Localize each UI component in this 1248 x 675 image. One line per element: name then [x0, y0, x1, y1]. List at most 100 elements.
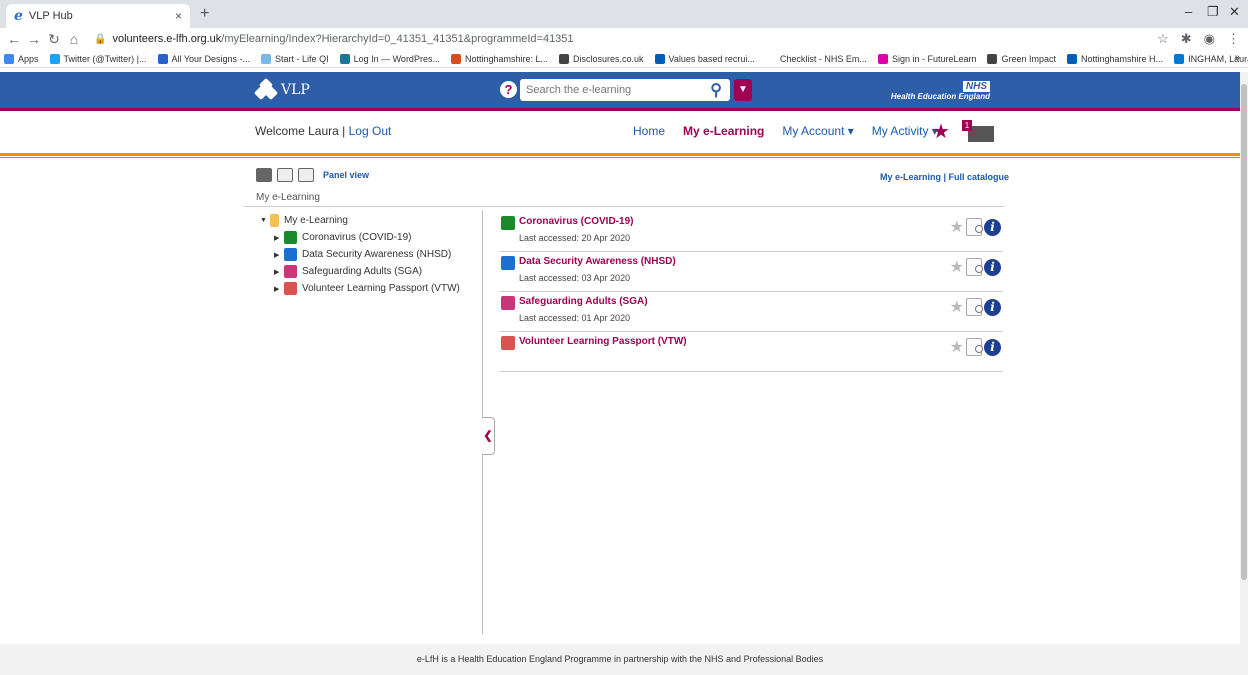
url-host: volunteers.e-lfh.org.uk: [112, 33, 222, 45]
course-title-link[interactable]: Data Security Awareness (NHSD): [519, 256, 676, 267]
bookmark-item[interactable]: Start - Life QI: [261, 53, 329, 64]
tree-item[interactable]: ▶ Data Security Awareness (NHSD): [274, 246, 460, 263]
tree-item-label: Volunteer Learning Passport (VTW): [302, 283, 460, 294]
collapsed-triangle-icon[interactable]: ▶: [274, 268, 284, 276]
favourite-star-icon[interactable]: ★: [950, 337, 964, 357]
course-title-link[interactable]: Volunteer Learning Passport (VTW): [519, 336, 687, 347]
tree-item[interactable]: ▶ Safeguarding Adults (SGA): [274, 263, 460, 280]
bookmark-item[interactable]: Apps: [4, 53, 39, 64]
extensions-icon[interactable]: ✱: [1181, 31, 1192, 47]
course-icon: [501, 296, 515, 310]
minimize-icon[interactable]: –: [1185, 4, 1192, 19]
course-icon: [284, 282, 297, 295]
course-actions: ★ i: [950, 217, 1001, 237]
url-field[interactable]: volunteers.e-lfh.org.uk/myElearning/Inde…: [112, 33, 573, 45]
search-input[interactable]: [526, 84, 696, 96]
menu-icon[interactable]: ⋮: [1227, 31, 1240, 47]
header-underline: [0, 108, 1240, 111]
logout-link[interactable]: Log Out: [349, 124, 392, 138]
favourite-star-icon[interactable]: ★: [950, 257, 964, 277]
course-title-link[interactable]: Safeguarding Adults (SGA): [519, 296, 648, 307]
nav-my-elearning[interactable]: My e-Learning: [683, 124, 764, 138]
expanded-triangle-icon[interactable]: ▼: [260, 217, 270, 224]
new-tab-button[interactable]: +: [200, 5, 209, 23]
bookmark-item[interactable]: Values based recrui...: [654, 53, 755, 64]
bookmark-item[interactable]: Log In — WordPres...: [339, 53, 440, 64]
bookmark-item[interactable]: Checklist - NHS Em...: [765, 53, 867, 64]
search-dropdown-button[interactable]: ▼: [734, 79, 752, 101]
course-title-link[interactable]: Coronavirus (COVID-19): [519, 216, 633, 227]
collapsed-triangle-icon[interactable]: ▶: [274, 285, 284, 293]
nav-my-activity[interactable]: My Activity ▾: [872, 124, 938, 138]
favourites-star-icon[interactable]: ★: [932, 119, 950, 144]
panel-view-label[interactable]: Panel view: [323, 170, 369, 180]
collapsed-triangle-icon[interactable]: ▶: [274, 251, 284, 259]
course-row: Volunteer Learning Passport (VTW) ★ i: [500, 332, 1003, 372]
bookmark-star-icon[interactable]: ☆: [1157, 31, 1169, 47]
vlp-logo[interactable]: VLP: [253, 77, 310, 101]
divider-blue: [0, 157, 1240, 158]
breadcrumb: My e-Learning: [256, 192, 320, 203]
bookmark-item[interactable]: Green Impact: [987, 53, 1056, 64]
course-row: Coronavirus (COVID-19) Last accessed: 20 …: [500, 212, 1003, 252]
my-elearning-link[interactable]: My e-Learning: [880, 172, 941, 182]
tab-close-button[interactable]: ×: [175, 9, 182, 23]
tree-root[interactable]: ▼ My e-Learning: [260, 212, 460, 229]
reload-icon[interactable]: ↻: [44, 31, 64, 48]
main-nav: Home My e-Learning My Account ▾ My Activ…: [633, 124, 938, 138]
welcome-area: Welcome Laura | Log Out: [255, 124, 391, 138]
favourite-star-icon[interactable]: ★: [950, 217, 964, 237]
last-accessed: Last accessed: 01 Apr 2020: [519, 313, 631, 323]
search-box: ⚲: [520, 79, 730, 101]
tab-title: VLP Hub: [28, 10, 73, 22]
certificate-icon[interactable]: [966, 298, 983, 316]
favourite-star-icon[interactable]: ★: [950, 297, 964, 317]
certificate-icon[interactable]: [966, 338, 983, 356]
catalogue-links: My e-Learning | Full catalogue: [880, 172, 1009, 182]
grid-view-icon[interactable]: [298, 168, 314, 182]
bookmark-item[interactable]: Nottinghamshire H...: [1067, 53, 1164, 64]
tree-item[interactable]: ▶ Volunteer Learning Passport (VTW): [274, 280, 460, 297]
bookmarks-more-button[interactable]: »: [1234, 52, 1240, 63]
search-icon[interactable]: ⚲: [710, 80, 722, 100]
tree-item[interactable]: ▶ Coronavirus (COVID-19): [274, 229, 460, 246]
collapse-panel-button[interactable]: ❮: [482, 417, 495, 455]
lock-icon[interactable]: 🔒: [94, 34, 106, 45]
full-catalogue-link[interactable]: Full catalogue: [949, 172, 1010, 182]
bookmark-item[interactable]: Sign in - FutureLearn: [877, 53, 976, 64]
bookmark-label: Log In — WordPres...: [353, 53, 440, 64]
bookmark-item[interactable]: All Your Designs -...: [157, 53, 250, 64]
last-accessed: Last accessed: 20 Apr 2020: [519, 233, 631, 243]
bookmark-label: Apps: [18, 53, 39, 64]
list-view-icon[interactable]: [277, 168, 293, 182]
logo-hexagons-icon: [253, 77, 279, 101]
course-actions: ★ i: [950, 337, 1001, 357]
info-icon[interactable]: i: [984, 338, 1001, 356]
home-icon[interactable]: ⌂: [64, 31, 84, 47]
browser-tab[interactable]: e VLP Hub ×: [6, 4, 190, 28]
info-icon[interactable]: i: [984, 218, 1001, 236]
info-icon[interactable]: i: [984, 258, 1001, 276]
back-icon[interactable]: ←: [4, 31, 24, 47]
certificate-icon[interactable]: [966, 218, 983, 236]
nav-my-account[interactable]: My Account ▾: [782, 124, 853, 138]
panel-view-icon[interactable]: [256, 168, 272, 182]
certificate-icon[interactable]: [966, 258, 983, 276]
bookmark-item[interactable]: Nottinghamshire: L...: [450, 53, 548, 64]
bookmark-favicon-icon: [987, 53, 998, 64]
bookmark-item[interactable]: Twitter (@Twitter) |...: [49, 53, 147, 64]
close-window-icon[interactable]: ✕: [1229, 4, 1240, 20]
course-actions: ★ i: [950, 297, 1001, 317]
forward-icon[interactable]: →: [24, 31, 44, 47]
help-icon[interactable]: ?: [500, 81, 517, 98]
nav-home[interactable]: Home: [633, 124, 665, 138]
restore-icon[interactable]: ❐: [1207, 4, 1219, 20]
bookmark-favicon-icon: [877, 53, 888, 64]
bookmark-label: Disclosures.co.uk: [573, 53, 644, 64]
bookmark-label: Nottinghamshire H...: [1081, 53, 1164, 64]
scrollbar-thumb[interactable]: [1241, 84, 1247, 580]
collapsed-triangle-icon[interactable]: ▶: [274, 234, 284, 242]
bookmark-item[interactable]: Disclosures.co.uk: [559, 53, 644, 64]
profile-icon[interactable]: ◉: [1204, 31, 1215, 47]
info-icon[interactable]: i: [984, 298, 1001, 316]
